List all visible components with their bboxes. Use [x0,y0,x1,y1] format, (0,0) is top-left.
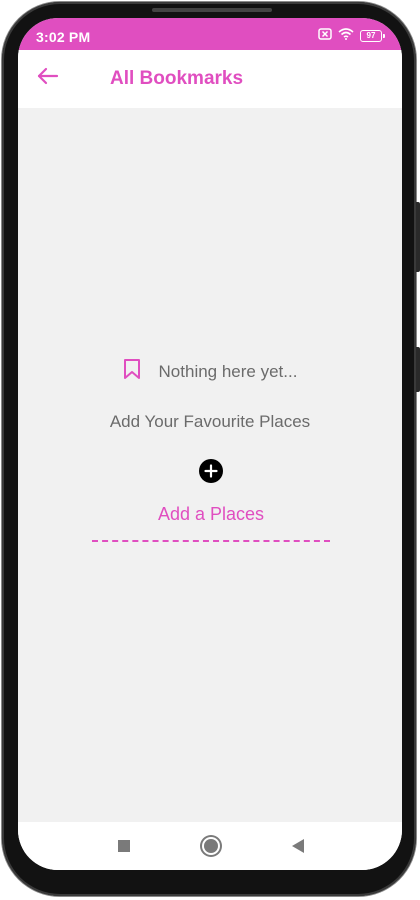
screen: 3:02 PM 97 All Bookmarks Nothing here ye… [18,18,402,870]
recents-button[interactable] [112,834,136,858]
empty-state-subtitle: Add Your Favourite Places [109,412,311,431]
app-bar: All Bookmarks [18,50,402,108]
sim-off-icon [318,27,332,45]
page-title: All Bookmarks [110,68,244,89]
plus-circle-icon[interactable] [199,459,223,483]
system-nav-bar [18,822,402,870]
empty-state-message: Nothing here yet... [158,361,298,381]
home-circle-icon [204,839,218,853]
arrow-left-icon [37,67,59,90]
home-button[interactable] [199,834,223,858]
power-button [416,347,420,392]
status-icons: 97 [318,27,385,45]
status-bar: 3:02 PM 97 [18,18,402,50]
bookmarks-content: Nothing here yet... Add Your Favourite P… [18,108,402,822]
back-triangle-icon [292,839,304,853]
earpiece-speaker [152,8,272,12]
back-button[interactable] [34,64,62,92]
battery-icon: 97 [360,30,385,42]
empty-state-row: Nothing here yet... [18,358,402,385]
status-time: 3:02 PM [36,29,91,45]
add-place-underline [92,540,330,542]
volume-button [416,202,420,272]
add-place-link[interactable]: Add a Places [92,504,330,525]
bookmark-icon [123,358,141,385]
recents-square-icon [118,840,130,852]
system-back-button[interactable] [286,834,310,858]
wifi-icon [338,27,354,45]
phone-frame: 3:02 PM 97 All Bookmarks Nothing here ye… [2,2,420,896]
